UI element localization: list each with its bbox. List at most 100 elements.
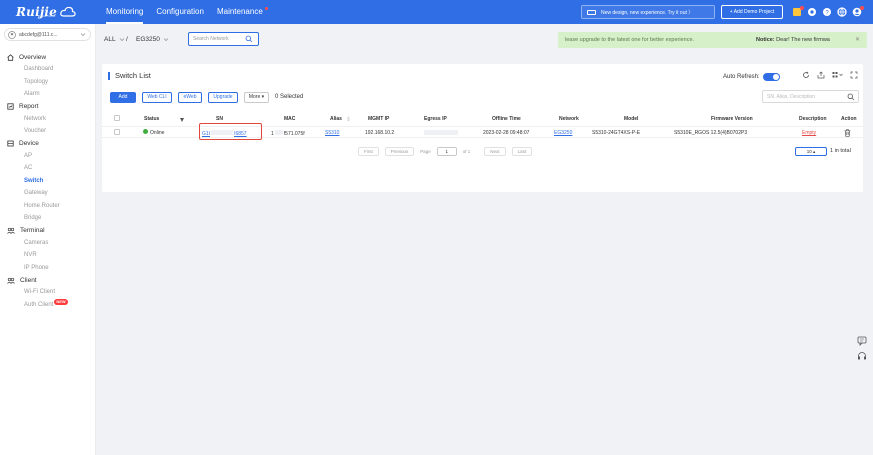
menu-group-label: Overview bbox=[19, 53, 47, 61]
client-icon bbox=[7, 277, 15, 284]
column-settings-icon[interactable] bbox=[832, 71, 843, 79]
online-status-icon bbox=[143, 129, 148, 135]
export-icon[interactable] bbox=[817, 71, 825, 79]
column-model: Model bbox=[624, 116, 639, 122]
sidebar-item-cameras[interactable]: Cameras bbox=[0, 237, 96, 250]
sidebar-item-network[interactable]: Network bbox=[0, 113, 96, 126]
column-sn: SN bbox=[216, 116, 223, 122]
nav-configuration[interactable]: Configuration bbox=[156, 0, 204, 24]
sidebar-item-bridge[interactable]: Bridge bbox=[0, 212, 96, 225]
select-all-checkbox[interactable] bbox=[114, 115, 120, 121]
account-selector[interactable]: abcdefg@111.c... bbox=[4, 28, 91, 41]
fullscreen-icon[interactable] bbox=[850, 71, 858, 79]
new-design-label: New design, new experience. Try it out 〉 bbox=[601, 9, 694, 16]
sidebar-item-topology[interactable]: Topology bbox=[0, 76, 96, 89]
sidebar-item-wifi-client[interactable]: Wi-Fi Client bbox=[0, 286, 96, 299]
user-icon[interactable] bbox=[851, 5, 864, 18]
sidebar: abcdefg@111.c... Overview Dashboard Topo… bbox=[0, 24, 96, 455]
top-nav: Monitoring Configuration Maintenance bbox=[106, 0, 276, 24]
panel-icons bbox=[802, 71, 858, 79]
egress-ip-redacted bbox=[424, 130, 458, 135]
column-alias[interactable]: Alias bbox=[330, 116, 342, 122]
settings-icon[interactable] bbox=[806, 7, 817, 18]
mac-prefix: 1 bbox=[271, 131, 274, 137]
search-network-input[interactable]: Search Network bbox=[188, 32, 259, 46]
menu-group-label: Terminal bbox=[20, 227, 45, 234]
top-icons: ? bbox=[791, 5, 864, 19]
headset-icon[interactable] bbox=[857, 351, 867, 361]
nav-maintenance[interactable]: Maintenance bbox=[217, 0, 268, 24]
notice-right-text: Dear! The new firmwa bbox=[776, 37, 830, 43]
page-size-select[interactable]: 10 ▴ bbox=[795, 147, 827, 156]
add-button[interactable]: Add bbox=[110, 91, 136, 103]
description-link[interactable]: Empty bbox=[802, 130, 816, 136]
sidebar-item-voucher[interactable]: Voucher bbox=[0, 125, 96, 138]
nav-monitoring[interactable]: Monitoring bbox=[106, 0, 144, 24]
next-page-button[interactable]: Next bbox=[484, 147, 506, 156]
column-status[interactable]: Status bbox=[144, 116, 159, 122]
cloud-icon bbox=[60, 6, 76, 17]
row-checkbox[interactable] bbox=[114, 129, 120, 135]
sidebar-item-home-router[interactable]: Home Router bbox=[0, 200, 96, 213]
column-mgmt-ip: MGMT IP bbox=[368, 116, 390, 122]
pagination: First Previous Page 1 of 1 Next Last bbox=[358, 147, 533, 156]
add-demo-project-button[interactable]: + Add Demo Project bbox=[721, 5, 783, 19]
sidebar-item-ap[interactable]: AP bbox=[0, 150, 96, 163]
upgrade-button[interactable]: Upgrade bbox=[208, 91, 238, 103]
globe-icon[interactable] bbox=[836, 7, 847, 18]
help-icon[interactable]: ? bbox=[821, 7, 832, 18]
menu-group-terminal[interactable]: Terminal bbox=[0, 225, 96, 237]
sidebar-item-ip-phone[interactable]: IP Phone bbox=[0, 262, 96, 275]
column-offline-time: Offline Time bbox=[492, 116, 521, 122]
menu-group-device[interactable]: Device bbox=[0, 138, 96, 150]
web-cli-button[interactable]: Web CLI bbox=[142, 91, 172, 103]
first-page-button[interactable]: First bbox=[358, 147, 379, 156]
model-cell: S5310-24GT4XS-P-E bbox=[592, 130, 641, 136]
account-icon bbox=[8, 30, 16, 39]
feedback-icon[interactable] bbox=[857, 336, 867, 346]
close-icon[interactable]: ✕ bbox=[855, 36, 860, 43]
account-name: abcdefg@111.c... bbox=[19, 31, 58, 38]
menu-group-client[interactable]: Client bbox=[0, 274, 96, 286]
menu-group-overview[interactable]: Overview bbox=[0, 51, 96, 63]
delete-icon[interactable] bbox=[844, 129, 851, 137]
sidebar-item-dashboard[interactable]: Dashboard bbox=[0, 63, 96, 76]
refresh-icon[interactable] bbox=[802, 71, 810, 79]
network-selector[interactable]: EG3250 bbox=[136, 36, 169, 43]
sidebar-item-alarm[interactable]: Alarm bbox=[0, 88, 96, 101]
device-search-input[interactable]: SN, Alias, Description bbox=[762, 90, 859, 103]
alias-link[interactable]: S5310 bbox=[325, 130, 339, 136]
new-design-button[interactable]: New design, new experience. Try it out 〉 bbox=[581, 5, 715, 19]
report-icon bbox=[7, 103, 14, 110]
search-network-placeholder: Search Network bbox=[193, 36, 229, 42]
total-count: 1 in total bbox=[830, 148, 851, 154]
menu-group-report[interactable]: Report bbox=[0, 101, 96, 113]
sidebar-item-auth-client[interactable]: Auth ClientNEW bbox=[0, 298, 96, 312]
breadcrumb-bar: ALL / EG3250 Search Network lease upgrad… bbox=[96, 24, 873, 56]
sidebar-item-switch[interactable]: Switch bbox=[0, 175, 96, 188]
network-link[interactable]: EG3250 bbox=[554, 130, 572, 136]
main-content: ALL / EG3250 Search Network lease upgrad… bbox=[96, 24, 873, 455]
more-button[interactable]: More ▾ bbox=[244, 91, 269, 103]
notice-text: lease upgrade to the latest one for bett… bbox=[565, 37, 695, 43]
eweb-button[interactable]: eWeb bbox=[178, 91, 202, 103]
auto-refresh-toggle[interactable] bbox=[762, 73, 780, 81]
previous-page-button[interactable]: Previous bbox=[384, 147, 415, 156]
filter-icon[interactable] bbox=[180, 118, 184, 122]
message-icon[interactable] bbox=[791, 5, 804, 18]
terminal-icon bbox=[7, 227, 15, 234]
sidebar-item-ac[interactable]: AC bbox=[0, 162, 96, 175]
sidebar-item-nvr[interactable]: NVR bbox=[0, 249, 96, 262]
menu-group-label: Device bbox=[19, 140, 39, 147]
last-page-button[interactable]: Last bbox=[511, 147, 533, 156]
menu-group-label: Client bbox=[20, 276, 37, 284]
message-badge bbox=[800, 5, 804, 10]
scope-selector[interactable]: ALL bbox=[104, 36, 125, 43]
scope-label: ALL bbox=[104, 36, 116, 43]
page-label: Page bbox=[420, 149, 431, 154]
sidebar-item-gateway[interactable]: Gateway bbox=[0, 187, 96, 200]
page-of: of 1 bbox=[462, 149, 471, 154]
page-number-input[interactable]: 1 bbox=[436, 147, 457, 156]
breadcrumb-separator: / bbox=[126, 36, 128, 43]
sort-icon[interactable] bbox=[347, 116, 350, 122]
